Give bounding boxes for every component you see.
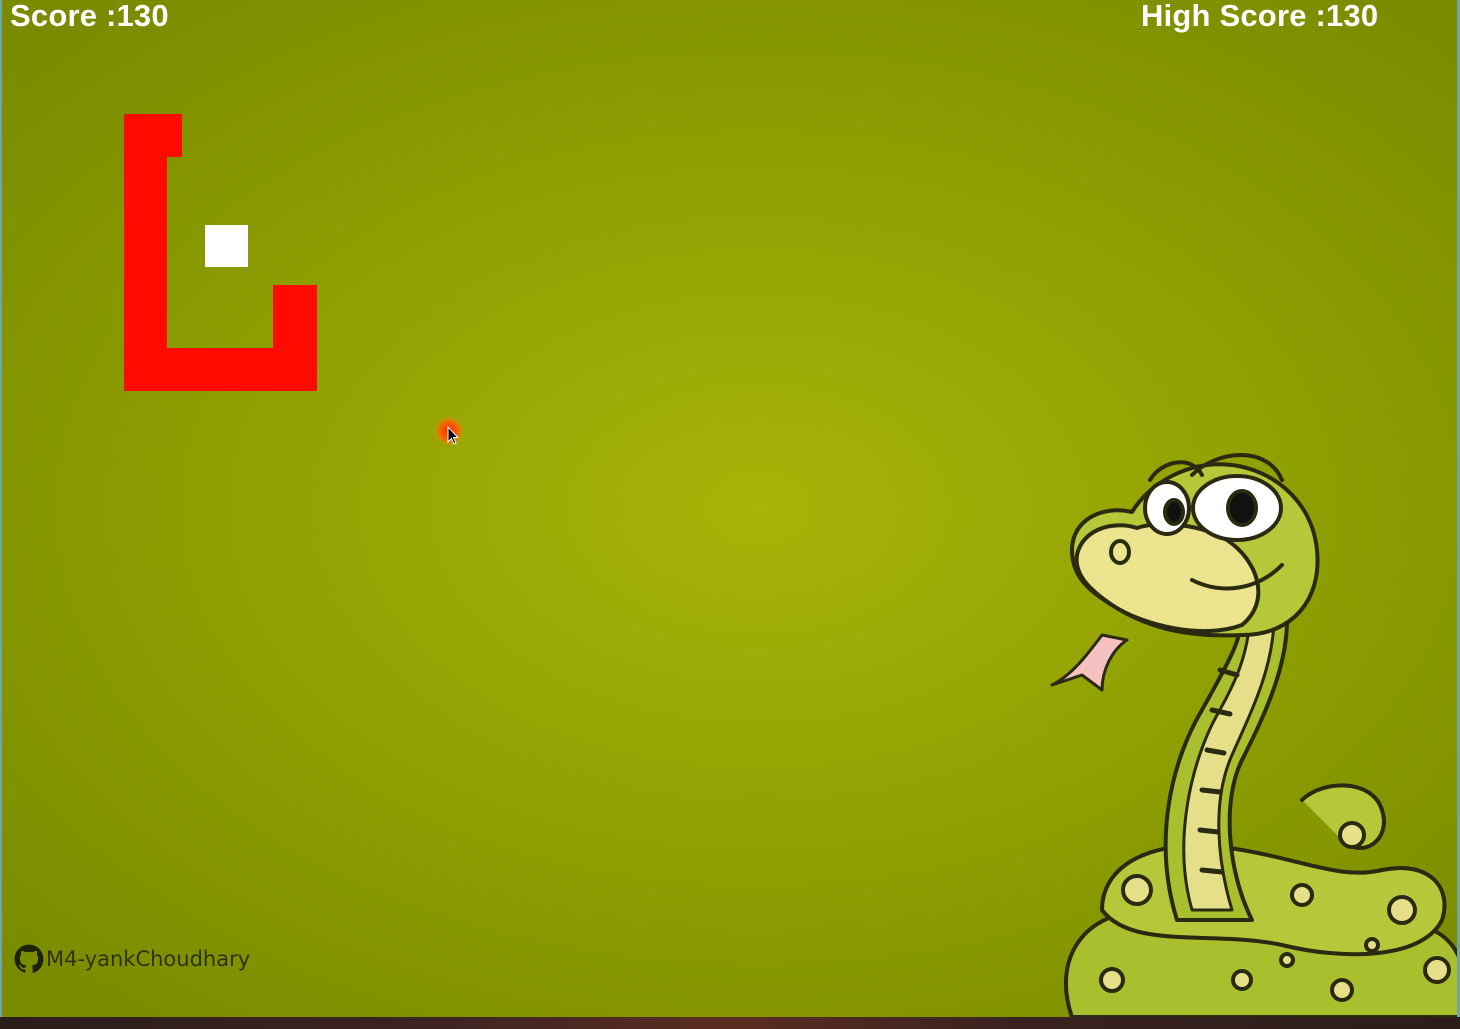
snake-segment	[273, 285, 317, 391]
window-bottom-edge	[0, 1017, 1460, 1029]
author-watermark: M4-yankChoudhary	[14, 944, 250, 974]
mouse-cursor-icon	[434, 416, 466, 448]
cartoon-snake-icon	[1042, 440, 1457, 1017]
high-score-label: High Score :130	[1141, 0, 1379, 33]
food-pellet	[205, 225, 248, 267]
score-label: Score :130	[10, 0, 169, 33]
game-canvas[interactable]: Score :130 High Score :130 M4-yankChoudh…	[0, 0, 1460, 1017]
watermark-text: M4-yankChoudhary	[46, 947, 251, 971]
github-icon	[14, 944, 44, 973]
